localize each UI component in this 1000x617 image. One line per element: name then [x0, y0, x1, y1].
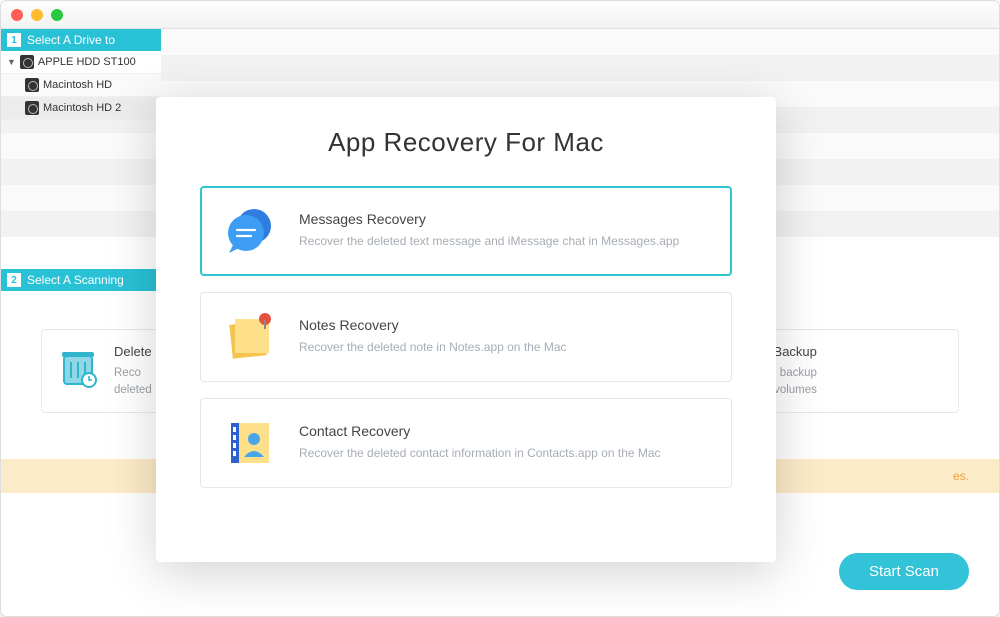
option-desc: Recover the deleted contact information …: [299, 445, 661, 462]
option-messages-recovery[interactable]: Messages Recovery Recover the deleted te…: [200, 186, 732, 276]
option-contact-recovery[interactable]: Contact Recovery Recover the deleted con…: [200, 398, 732, 488]
option-title: Notes Recovery: [299, 317, 567, 333]
contacts-icon: [221, 415, 277, 471]
option-desc: Recover the deleted text message and iMe…: [299, 233, 679, 250]
notes-icon: [221, 309, 277, 365]
mac-titlebar: [1, 1, 999, 29]
option-title: Contact Recovery: [299, 423, 661, 439]
modal-title: App Recovery For Mac: [200, 127, 732, 158]
option-notes-recovery[interactable]: Notes Recovery Recover the deleted note …: [200, 292, 732, 382]
app-window: 1 Select A Drive to ▼ APPLE HDD ST100 Ma…: [0, 0, 1000, 617]
step1-label: Select A Drive to: [27, 33, 115, 47]
app-recovery-modal: App Recovery For Mac Messages Recovery R…: [156, 97, 776, 562]
content-area: 1 Select A Drive to ▼ APPLE HDD ST100 Ma…: [1, 29, 999, 616]
messages-icon: [221, 203, 277, 259]
minimize-window-button[interactable]: [31, 9, 43, 21]
option-desc: Recover the deleted note in Notes.app on…: [299, 339, 567, 356]
step1-header: 1 Select A Drive to: [1, 29, 161, 51]
step1-number: 1: [7, 33, 21, 47]
option-title: Messages Recovery: [299, 211, 679, 227]
close-window-button[interactable]: [11, 9, 23, 21]
modal-backdrop: App Recovery For Mac Messages Recovery R…: [1, 57, 999, 616]
zoom-window-button[interactable]: [51, 9, 63, 21]
